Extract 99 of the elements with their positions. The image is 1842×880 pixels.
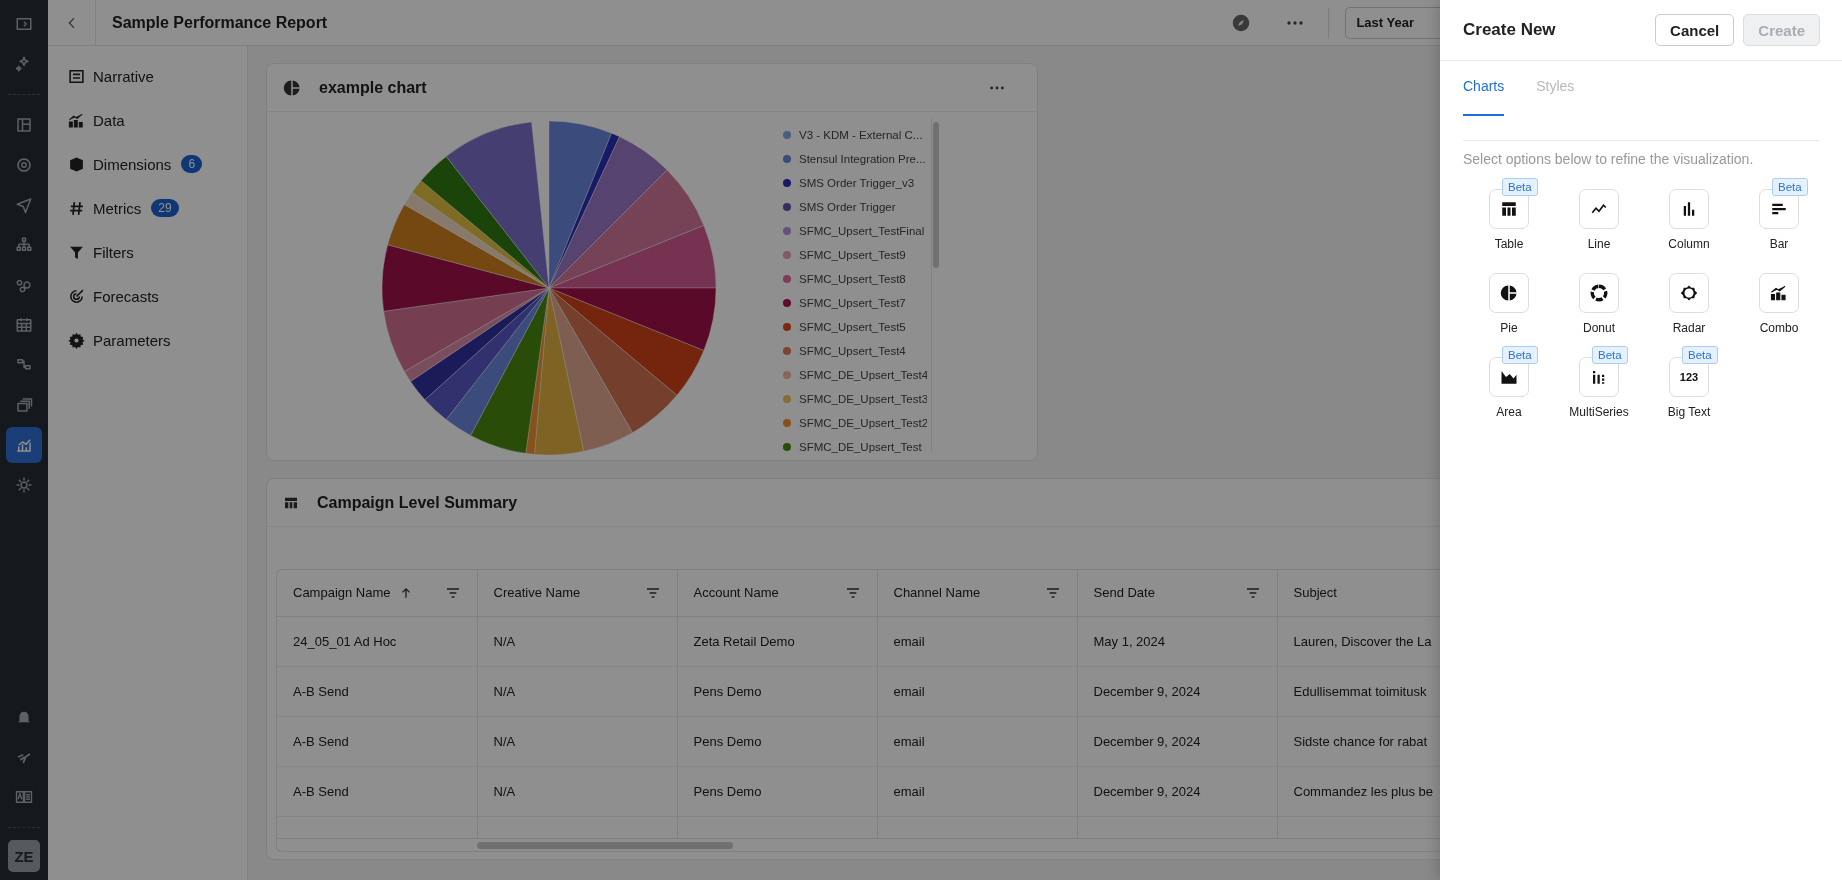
- book-icon: [15, 788, 33, 806]
- nav-icon: [15, 236, 33, 254]
- table-cell: December 9, 2024: [1077, 716, 1277, 766]
- chart-type-option[interactable]: Combo: [1734, 273, 1824, 353]
- beta-badge: Beta: [1682, 346, 1718, 364]
- sidebar-item[interactable]: Parameters: [48, 318, 171, 362]
- table-cell: A-B Send: [277, 716, 477, 766]
- pie-icon: [283, 78, 301, 97]
- table-cell: December 9, 2024: [1077, 766, 1277, 816]
- nav-icon: [15, 436, 33, 454]
- table-cell: email: [877, 766, 1077, 816]
- nav-icon: [15, 196, 33, 214]
- sidebar-icon: [68, 155, 85, 173]
- legend-label[interactable]: SFMC_DE_Upsert_Test2: [799, 417, 927, 429]
- table-cell: N/A: [477, 716, 677, 766]
- scrollbar-thumb[interactable]: [933, 122, 939, 268]
- legend-label[interactable]: SMS Order Trigger: [799, 201, 896, 213]
- column-label: Channel Name: [893, 585, 981, 601]
- count-badge: 6: [181, 155, 203, 173]
- combo-chart-icon: [1770, 284, 1788, 302]
- table-cell: December 9, 2024: [1077, 666, 1277, 716]
- nav-icon: [15, 116, 33, 134]
- sidebar-item[interactable]: Forecasts: [48, 274, 159, 318]
- table-cell: N/A: [477, 766, 677, 816]
- table-title: Campaign Level Summary: [317, 493, 518, 512]
- sidebar-icon: [68, 111, 85, 129]
- sidebar-item[interactable]: Dimensions 6: [48, 142, 203, 186]
- column-label: Campaign Name: [293, 585, 391, 601]
- count-badge: 29: [151, 199, 179, 217]
- nav-icon: [15, 316, 33, 334]
- legend-label[interactable]: SFMC_Upsert_Test5: [799, 321, 906, 333]
- sidebar-item[interactable]: Filters: [48, 230, 134, 274]
- table-cell: Zeta Retail Demo: [677, 616, 877, 666]
- table-cell: Pens Demo: [677, 666, 877, 716]
- beta-badge: Beta: [1772, 178, 1808, 196]
- column-label: Account Name: [693, 585, 779, 601]
- legend-label[interactable]: SFMC_Upsert_Test7: [799, 297, 906, 309]
- beta-badge: Beta: [1592, 346, 1628, 364]
- rail-nav-button[interactable]: [6, 427, 42, 463]
- sidebar-item[interactable]: Metrics 29: [48, 186, 179, 230]
- legend-label[interactable]: Stensul Integration Pre...: [799, 153, 926, 165]
- more-icon[interactable]: [1286, 19, 1305, 26]
- legend-label[interactable]: SFMC_Upsert_Test9: [799, 249, 906, 261]
- table-cell: N/A: [477, 666, 677, 716]
- column-label: Creative Name: [493, 585, 581, 601]
- chart-type-option[interactable]: Column: [1644, 189, 1734, 269]
- legend-label[interactable]: SFMC_DE_Upsert_Test: [799, 441, 922, 453]
- chart-type-option[interactable]: Line: [1554, 189, 1644, 269]
- more-icon[interactable]: [989, 84, 1005, 91]
- legend-label[interactable]: SFMC_DE_Upsert_Test4: [799, 369, 927, 381]
- column-header[interactable]: Send Date: [1077, 570, 1277, 616]
- sidebar-icon: [68, 67, 85, 85]
- sidebar-icon: [68, 287, 85, 305]
- donut-chart-icon: [1590, 284, 1608, 302]
- table-cell: A-B Send: [277, 666, 477, 716]
- table-cell: email: [877, 666, 1077, 716]
- table-cell: Pens Demo: [677, 716, 877, 766]
- legend-label[interactable]: SFMC_DE_Upsert_Test3: [799, 393, 927, 405]
- column-header[interactable]: Channel Name: [877, 570, 1077, 616]
- column-label: Subject: [1293, 585, 1337, 601]
- column-header[interactable]: Creative Name: [477, 570, 677, 616]
- panel-tab[interactable]: Charts: [1463, 78, 1505, 116]
- help-text: Select options below to refine the visualization.: [1463, 151, 1755, 167]
- date-range-button[interactable]: Last Year: [1345, 6, 1440, 39]
- sidebar-icon: [68, 199, 85, 217]
- table-cell: email: [877, 716, 1077, 766]
- legend-label[interactable]: SFMC_Upsert_Test4: [799, 345, 906, 357]
- legend-label[interactable]: V3 - KDM - External C...: [799, 129, 923, 141]
- table-chart-icon: [1500, 200, 1518, 218]
- column-header[interactable]: Campaign Name: [277, 570, 477, 616]
- table-cell: Pens Demo: [677, 766, 877, 816]
- table-cell: May 1, 2024: [1077, 616, 1277, 666]
- column-header[interactable]: Account Name: [677, 570, 877, 616]
- nav-icon: [15, 15, 33, 33]
- panel-title: Create New: [1463, 20, 1556, 40]
- table-cell: A-B Send: [277, 766, 477, 816]
- beta-badge: Beta: [1502, 346, 1538, 364]
- compass-icon[interactable]: [1232, 13, 1251, 32]
- number-icon: 123: [1679, 371, 1699, 383]
- nav-icon: [15, 156, 33, 174]
- legend-label[interactable]: SFMC_Upsert_TestFinal: [799, 225, 925, 237]
- beta-badge: Beta: [1502, 178, 1538, 196]
- chart-title: example chart: [319, 78, 427, 97]
- table-cell: N/A: [477, 616, 677, 666]
- nav-icon: [15, 396, 33, 414]
- scrollbar-thumb[interactable]: [477, 842, 733, 849]
- sidebar-icon: [68, 331, 85, 349]
- sidebar-item[interactable]: Data: [48, 98, 125, 142]
- table-cell: email: [877, 616, 1077, 666]
- column-label: Send Date: [1093, 585, 1155, 601]
- sidebar-item[interactable]: Narrative: [48, 54, 154, 98]
- legend-label[interactable]: SMS Order Trigger_v3: [799, 177, 915, 189]
- radar-chart-icon: [1680, 284, 1698, 302]
- report-title: Sample Performance Report: [112, 13, 328, 32]
- nav-icon: [15, 476, 33, 494]
- panel-button[interactable]: Cancel: [1655, 14, 1735, 46]
- legend-label[interactable]: SFMC_Upsert_Test8: [799, 273, 906, 285]
- table-cell: 24_05_01 Ad Hoc: [277, 616, 477, 666]
- pie-chart-icon: [1500, 284, 1518, 302]
